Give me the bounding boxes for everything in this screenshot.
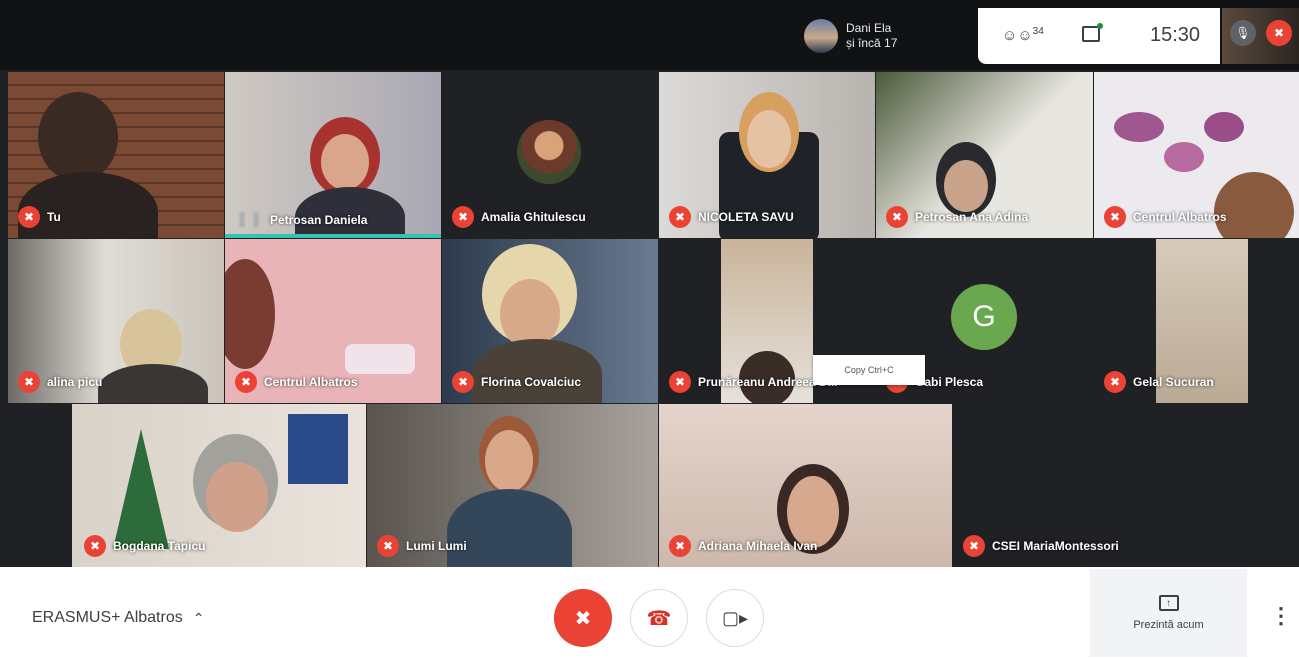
mic-off-icon: ✖ xyxy=(669,206,691,228)
participants-count: 34 xyxy=(1032,26,1044,37)
present-label: Prezintă acum xyxy=(1133,619,1204,631)
copy-tooltip: Copy Ctrl+C xyxy=(813,355,925,385)
participant-name: alina picu xyxy=(47,375,103,389)
speaking-bar xyxy=(225,234,441,238)
mic-off-icon: ✖ xyxy=(452,371,474,393)
present-now-button[interactable]: ↑ Prezintă acum xyxy=(1090,569,1247,657)
hang-up-icon: ☎ xyxy=(646,607,672,630)
meeting-details-button[interactable]: ERASMUS+ Albatros ⌃ xyxy=(32,609,204,627)
chat-icon[interactable] xyxy=(1082,23,1103,42)
mic-off-icon: ✖ xyxy=(886,206,908,228)
self-view-corner: 🎙 ✖ xyxy=(1222,8,1299,64)
participant-tile[interactable]: ✖ Centrul Albatros xyxy=(1094,72,1299,238)
participant-tile[interactable]: ⋮⋮ Petrosan Daniela xyxy=(225,72,441,238)
people-icon: ☺☺ xyxy=(1002,27,1033,44)
mic-off-icon: ✖ xyxy=(18,206,40,228)
mic-icon[interactable]: 🎙 xyxy=(1230,20,1256,46)
mic-off-icon: ✖ xyxy=(452,206,474,228)
present-screen-icon: ↑ xyxy=(1158,595,1179,611)
speaker-name: Dani Ela xyxy=(846,21,892,35)
participant-name: Lumi Lumi xyxy=(406,539,467,553)
more-options-icon[interactable]: ⋮ xyxy=(1270,603,1292,629)
participant-tile[interactable]: ✖ Petrosan Ana Adina xyxy=(876,72,1093,238)
participant-name: Petrosan Daniela xyxy=(270,212,368,227)
mic-off-icon: ✖ xyxy=(669,371,691,393)
mic-off-icon: ✖ xyxy=(669,535,691,557)
participant-name: Gabi Plesca xyxy=(915,375,984,389)
active-speaker-indicator: Dani Ela și încă 17 xyxy=(804,12,897,60)
meeting-info-bar: ☺☺34 15:30 xyxy=(978,8,1220,64)
toggle-camera-button[interactable]: ▢▸ xyxy=(706,589,764,647)
speaker-avatar xyxy=(804,19,838,53)
mic-off-icon: ✖ xyxy=(18,371,40,393)
participant-tile[interactable]: ✖ Centrul Albatros xyxy=(225,239,441,403)
participant-tile[interactable]: ✖ NICOLETA SAVU xyxy=(659,72,875,238)
mic-off-icon: ✖ xyxy=(84,535,106,557)
participant-name: Centrul Albatros xyxy=(1133,210,1227,224)
chevron-up-icon: ⌃ xyxy=(192,609,205,626)
participant-name: Petrosan Ana Adina xyxy=(915,210,1029,224)
participant-name: Tu xyxy=(47,210,61,224)
top-bar: Dani Ela și încă 17 ☺☺34 15:30 🎙 ✖ xyxy=(0,0,1299,70)
leave-call-button[interactable]: ☎ xyxy=(630,589,688,647)
participant-tile[interactable]: ✖ Gelal Sucuran xyxy=(1094,239,1299,403)
participant-tile[interactable]: ✖ Amalia Ghitulescu xyxy=(442,72,658,238)
video-grid: ✖ Tu ⋮⋮ Petrosan Daniela ✖ Amalia Ghitulesc… xyxy=(0,70,1299,567)
camera-off-icon[interactable]: ✖ xyxy=(1266,20,1292,46)
participant-name: CSEI MariaMontessori xyxy=(992,539,1119,553)
participant-tile[interactable]: ✖ CSEI MariaMontessori xyxy=(953,404,1299,567)
participant-name: Gelal Sucuran xyxy=(1133,375,1214,389)
participant-name: Amalia Ghitulescu xyxy=(481,210,586,224)
participant-name: NICOLETA SAVU xyxy=(698,210,794,224)
participant-avatar xyxy=(517,120,581,184)
mic-off-icon: ✖ xyxy=(963,535,985,557)
mic-off-icon: ✖ xyxy=(235,371,257,393)
participant-name: Florina Covalciuc xyxy=(481,375,582,389)
participant-tile[interactable]: ✖ Lumi Lumi xyxy=(367,404,658,567)
clock: 15:30 xyxy=(1150,24,1201,46)
mic-off-icon: ✖ xyxy=(377,535,399,557)
participant-tile[interactable]: ✖ Bogdana Tapicu xyxy=(8,404,366,567)
participant-tile[interactable]: ✖ Florina Covalciuc xyxy=(442,239,658,403)
participants-button[interactable]: ☺☺34 xyxy=(1002,26,1044,44)
participant-avatar: G xyxy=(951,284,1017,350)
participant-name: Bogdana Tapicu xyxy=(113,539,206,553)
participant-tile[interactable]: ✖ alina picu xyxy=(8,239,224,403)
bottom-bar: ERASMUS+ Albatros ⌃ ✖ ☎ ▢▸ ↑ Prezintă ac… xyxy=(0,567,1299,659)
toggle-mic-button[interactable]: ✖ xyxy=(554,589,612,647)
unread-dot xyxy=(1097,23,1103,29)
participant-name: Adriana Mihaela Ivan xyxy=(698,539,818,553)
mic-off-icon: ✖ xyxy=(1104,206,1126,228)
speaking-icon: ⋮⋮ xyxy=(235,211,263,227)
participant-name: Centrul Albatros xyxy=(264,375,358,389)
mic-off-icon: ✖ xyxy=(1104,371,1126,393)
meeting-name: ERASMUS+ Albatros xyxy=(32,609,183,626)
participant-tile[interactable]: ✖ Tu xyxy=(8,72,224,238)
mic-off-icon: ✖ xyxy=(574,607,592,630)
speaker-more: și încă 17 xyxy=(846,36,898,50)
camera-icon: ▢▸ xyxy=(721,607,749,628)
participant-tile[interactable]: ✖ Adriana Mihaela Ivan xyxy=(659,404,952,567)
